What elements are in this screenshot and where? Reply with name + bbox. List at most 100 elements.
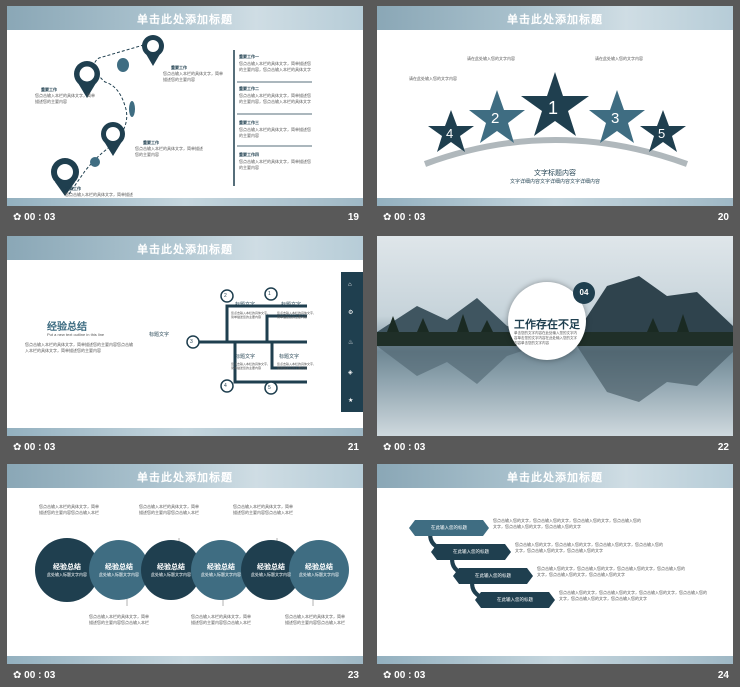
step-arrows: [409, 520, 555, 608]
slide-thumbnail-19[interactable]: 单击此处添加标题 重要工作 您点击输入本栏的具体文字，简单描述您的主要内容 重要…: [7, 6, 363, 229]
slide-canvas: 单击此处添加标题 经验总结 此处输入标题文字内容 经验总结 此处输入标题文字内容…: [7, 464, 363, 664]
node-text: 您点击输入本栏的具体文字，简单描述您的主要内容: [231, 362, 271, 370]
circle-title: 经验总结: [157, 564, 185, 571]
star-number: 2: [491, 110, 500, 127]
circle-text: 此处输入标题文字内容: [151, 572, 191, 577]
summary-heading: 经验总结: [47, 322, 87, 333]
timing-value: 00 : 03: [24, 670, 56, 681]
timing-value: 00 : 03: [24, 212, 56, 223]
slide-footer-bar: [7, 428, 363, 436]
work-item-text: 您点击输入本栏的具体文字，简单描述您的主要内容: [239, 159, 311, 170]
circle-note: 您点击输入本栏的具体文字，简单描述您的主要内容您点击输入本栏: [39, 504, 99, 515]
slide-canvas: 单击此处添加标题 重要工作 您点击输入本栏的具体文字，简单描述您的主要内容 重要…: [7, 6, 363, 206]
slide-canvas: 单击此处添加标题 ⌂ ⚙ ♨ ◈ ★ 2 1 3 4 5 标题文字 标题文字 标…: [7, 236, 363, 436]
timeline-item-text: 您点击输入本栏的具体文字，简单描述您的主要内容: [163, 71, 223, 82]
slide-timing: ✿ 00 : 03: [383, 670, 426, 681]
timeline-item-text: 您点击输入本栏的具体文字，简单描述您的主要内容: [35, 93, 95, 104]
star-label-text: 请在此处输入您的文字内容: [467, 56, 515, 61]
timing-value: 00 : 03: [24, 442, 56, 453]
work-item-title: 重要工作四: [239, 152, 259, 157]
slide-thumbnail-21[interactable]: 单击此处添加标题 ⌂ ⚙ ♨ ◈ ★ 2 1 3 4 5 标题文字 标题文字 标…: [7, 236, 363, 459]
tag-icon: ◈: [348, 370, 353, 376]
slide-meta-bar: ✿ 00 : 03 22: [377, 439, 733, 457]
slide-thumbnail-24[interactable]: 单击此处添加标题 在此输入您的标题 在此输入您的标题 在此输入您的标题 在此输入…: [377, 464, 733, 687]
node-label: 标题文字: [279, 354, 300, 360]
circle-title: 经验总结: [105, 564, 133, 571]
step-paragraph: 您点击输入您的文字，您点击输入您的文字，您点击输入您的文字，您点击输入您的文字，…: [493, 518, 641, 529]
slide-timing: ✿ 00 : 03: [383, 442, 426, 453]
circle-text: 此处输入标题文字内容: [251, 572, 291, 577]
step-tag: 在此输入您的标题: [431, 525, 467, 530]
circle-text: 此处输入标题文字内容: [99, 572, 139, 577]
section-text: 单击您的文字内容在此处输入您的文字内容单击您的文字内容在此处输入您的文字内容单击…: [514, 331, 577, 345]
slide-number: 21: [347, 442, 359, 453]
timing-value: 00 : 03: [394, 670, 426, 681]
step-tag: 在此输入您的标题: [497, 597, 533, 602]
node-text: 您点击输入本栏的具体文字，简单描述您的主要内容: [231, 311, 271, 319]
location-pin-icon: [142, 35, 164, 66]
work-item-text: 您点击输入本栏的具体文字，简单描述您的主要内容，您点击输入本栏的具体文字: [239, 61, 311, 72]
work-item-text: 您点击输入本栏的具体文字，简单描述您的主要内容，您点击输入本栏的具体文字: [239, 93, 311, 104]
slide-timing: ✿ 00 : 03: [13, 670, 56, 681]
slide-thumbnail-22[interactable]: 04 工作存在不足 单击您的文字内容在此处输入您的文字内容单击您的文字内容在此处…: [377, 236, 733, 459]
slide-thumbnail-23[interactable]: 单击此处添加标题 经验总结 此处输入标题文字内容 经验总结 此处输入标题文字内容…: [7, 464, 363, 687]
circle-note: 您点击输入本栏的具体文字，简单描述您的主要内容您点击输入本栏: [285, 614, 345, 625]
step-paragraph: 您点击输入您的文字，您点击输入您的文字，您点击输入您的文字，您点击输入您的文字，…: [559, 590, 707, 601]
node-label: 标题文字: [235, 354, 256, 360]
star-number: 4: [446, 126, 454, 141]
circle-title: 经验总结: [53, 564, 81, 571]
slide-meta-bar: ✿ 00 : 03 19: [7, 209, 363, 227]
circle-note: 您点击输入本栏的具体文字，简单描述您的主要内容您点击输入本栏: [191, 614, 251, 625]
slide-canvas: 04 工作存在不足 单击您的文字内容在此处输入您的文字内容单击您的文字内容在此处…: [377, 236, 733, 436]
star-number: 3: [611, 110, 620, 127]
house-icon: ⌂: [348, 282, 352, 288]
caption-text: 文字详细内容文字详细内容文字详细内容: [509, 179, 600, 185]
timeline-item-text: 您点击输入本栏的具体文字，简单描述您的主要内容: [135, 146, 203, 157]
star-number: 1: [548, 98, 559, 118]
slide-meta-bar: ✿ 00 : 03 23: [7, 667, 363, 685]
star-icon: ★: [348, 397, 353, 404]
circle-text: 此处输入标题文字内容: [201, 572, 241, 577]
slide-timing: ✿ 00 : 03: [13, 212, 56, 223]
slide-thumbnail-20[interactable]: 单击此处添加标题 1 2 3 4 5 请在此处输入您的文字内容 请在此处输入您的…: [377, 6, 733, 229]
circle-note: 您点击输入本栏的具体文字，简单描述您的主要内容您点击输入本栏: [233, 504, 293, 515]
node-label: 标题文字: [149, 332, 170, 338]
slide-footer-bar: [377, 198, 733, 206]
slide-number: 23: [347, 670, 359, 681]
step-tag: 在此输入您的标题: [475, 573, 511, 578]
slide-number: 20: [717, 212, 729, 223]
slide-canvas: 单击此处添加标题 在此输入您的标题 在此输入您的标题 在此输入您的标题 在此输入…: [377, 464, 733, 664]
circle-note: 您点击输入本栏的具体文字，简单描述您的主要内容您点击输入本栏: [139, 504, 199, 515]
circle-note: 您点击输入本栏的具体文字，简单描述您的主要内容您点击输入本栏: [89, 614, 149, 625]
node-number: 2: [224, 293, 227, 299]
step-tag: 在此输入您的标题: [453, 549, 489, 554]
node-number: 3: [190, 339, 193, 345]
circle-text: 此处输入标题文字内容: [299, 572, 339, 577]
circle-title: 经验总结: [207, 564, 235, 571]
caption-title: 文字标题内容: [534, 170, 576, 177]
slide-meta-bar: ✿ 00 : 03 21: [7, 439, 363, 457]
gear-icon: ⚙: [348, 309, 353, 316]
node-text: 您点击输入本栏的具体文字，简单描述您的主要内容: [277, 362, 317, 370]
slide-number: 22: [717, 442, 729, 453]
slide-timing: ✿ 00 : 03: [13, 442, 56, 453]
slide-timing: ✿ 00 : 03: [383, 212, 426, 223]
star-label-text: 请在此处输入您的文字内容: [409, 76, 457, 81]
section-badge: 04: [573, 282, 595, 304]
node-number: 5: [268, 385, 271, 391]
timing-value: 00 : 03: [394, 212, 426, 223]
slide-meta-bar: ✿ 00 : 03 24: [377, 667, 733, 685]
slide-footer-bar: [7, 656, 363, 664]
section-title: 工作存在不足: [514, 319, 580, 331]
summary-body: 您点击输入本栏的具体文字，简单描述您的主要内容您点击输入本栏的具体文字，简单描述…: [25, 342, 133, 353]
step-paragraph: 您点击输入您的文字，您点击输入您的文字，您点击输入您的文字，您点击输入您的文字，…: [537, 566, 685, 577]
node-text: 您点击输入本栏的具体文字，简单描述您的主要内容: [277, 311, 317, 319]
slide-footer-bar: [7, 198, 363, 206]
work-item-title: 重要工作三: [239, 120, 259, 125]
node-label: 标题文字: [281, 302, 302, 308]
work-item-title: 重要工作一: [239, 54, 259, 59]
slide-footer-bar: [377, 656, 733, 664]
timeline-graphic: [51, 35, 312, 196]
work-item-title: 重要工作二: [239, 86, 259, 91]
star-label-text: 请在此处输入您的文字内容: [595, 56, 643, 61]
